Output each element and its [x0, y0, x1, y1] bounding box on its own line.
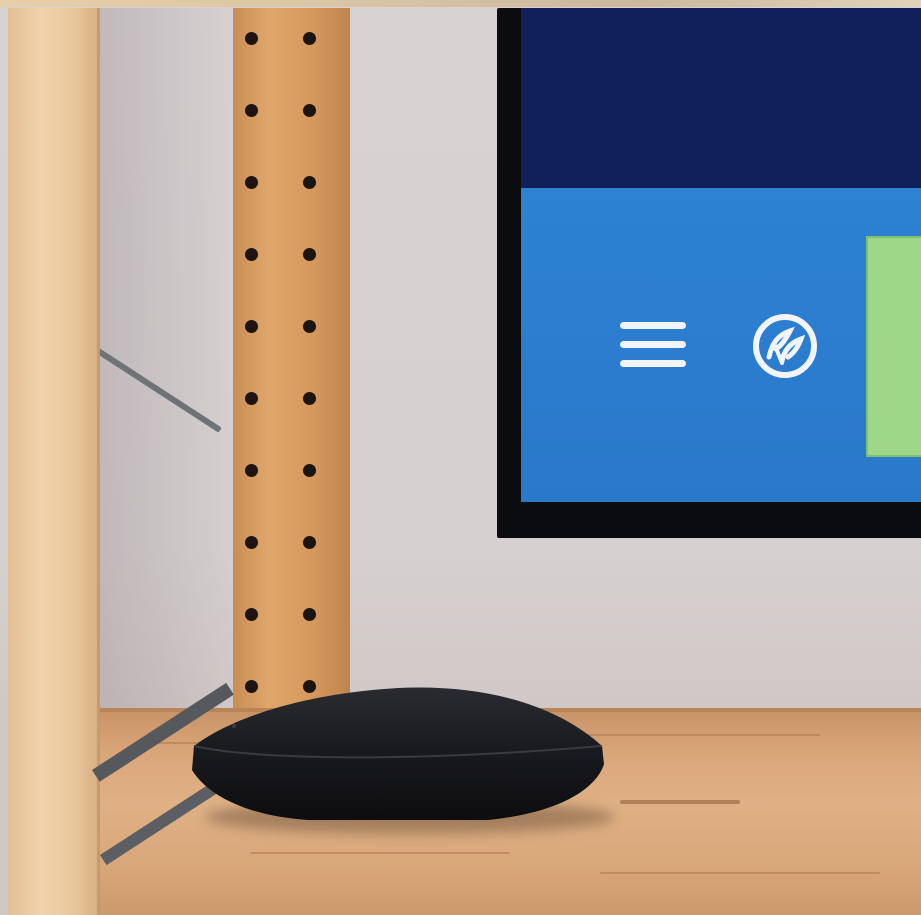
photo-scene — [0, 0, 921, 915]
tv-screen-content — [521, 188, 921, 502]
pegboard-hole — [303, 464, 316, 477]
pegboard-hole — [245, 104, 258, 117]
streaming-box — [192, 687, 604, 820]
pegboard-hole — [303, 608, 316, 621]
pegboard-hole — [303, 32, 316, 45]
pegboard — [233, 8, 350, 718]
pegboard-hole — [303, 248, 316, 261]
pegboard-hole — [303, 320, 316, 333]
pegboard-hole — [245, 320, 258, 333]
tv-screen-header — [521, 8, 921, 188]
pegboard-hole — [245, 464, 258, 477]
green-content-tile — [866, 236, 921, 457]
pegboard-hole — [303, 536, 316, 549]
pegboard-hole — [303, 104, 316, 117]
pegboard-hole — [245, 176, 258, 189]
pegboard-hole — [245, 536, 258, 549]
pegboard-hole — [245, 608, 258, 621]
pegboard-hole — [245, 32, 258, 45]
pegboard-hole — [245, 392, 258, 405]
pegboard-hole — [303, 176, 316, 189]
hamburger-menu-icon — [620, 320, 686, 370]
pegboard-hole — [303, 392, 316, 405]
leaf-logo-icon — [753, 314, 817, 378]
wooden-post — [8, 8, 100, 915]
ceiling-strip — [0, 0, 921, 7]
pegboard-hole — [245, 248, 258, 261]
